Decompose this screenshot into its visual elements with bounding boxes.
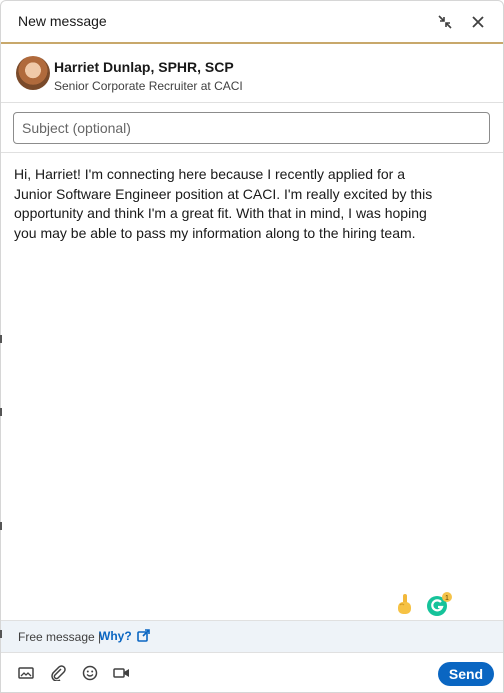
free-message-bar: Free message | Why? (1, 620, 503, 652)
recipient-name[interactable]: Harriet Dunlap, SPHR, SCP (54, 59, 234, 75)
composer-toolbar: Send (1, 652, 503, 692)
edge-marker (0, 630, 2, 638)
image-icon[interactable] (17, 664, 35, 682)
recipient-headline: Senior Corporate Recruiter at CACI (54, 79, 243, 93)
edge-marker (0, 335, 2, 343)
edge-marker (0, 408, 2, 416)
why-link-label: Why? (99, 629, 132, 643)
why-link[interactable]: Why? (99, 629, 150, 643)
composer-header: New message (1, 1, 503, 44)
message-composer: New message Harriet Dunlap, SPHR, SCP Se… (0, 0, 504, 693)
edge-marker (0, 522, 2, 530)
recipient-row: Harriet Dunlap, SPHR, SCP Senior Corpora… (1, 44, 503, 103)
grammarly-badge: 1 (445, 595, 449, 602)
free-message-label: Free message | (18, 630, 102, 644)
grammarly-icon[interactable]: 1 (426, 592, 452, 618)
divider (1, 152, 503, 153)
pointing-hand-emoji-icon (394, 593, 416, 617)
collapse-arrows-icon[interactable] (433, 10, 457, 34)
video-icon[interactable] (113, 664, 131, 682)
subject-input[interactable] (14, 113, 489, 143)
composer-title: New message (18, 13, 107, 29)
paperclip-icon[interactable] (49, 664, 67, 682)
emoji-icon[interactable] (81, 664, 99, 682)
avatar[interactable] (16, 56, 50, 90)
message-body[interactable]: Hi, Harriet! I'm connecting here because… (14, 165, 444, 243)
close-icon[interactable] (466, 10, 490, 34)
send-button[interactable]: Send (438, 662, 494, 686)
external-link-icon (137, 629, 150, 642)
subject-field-wrapper (13, 112, 490, 144)
